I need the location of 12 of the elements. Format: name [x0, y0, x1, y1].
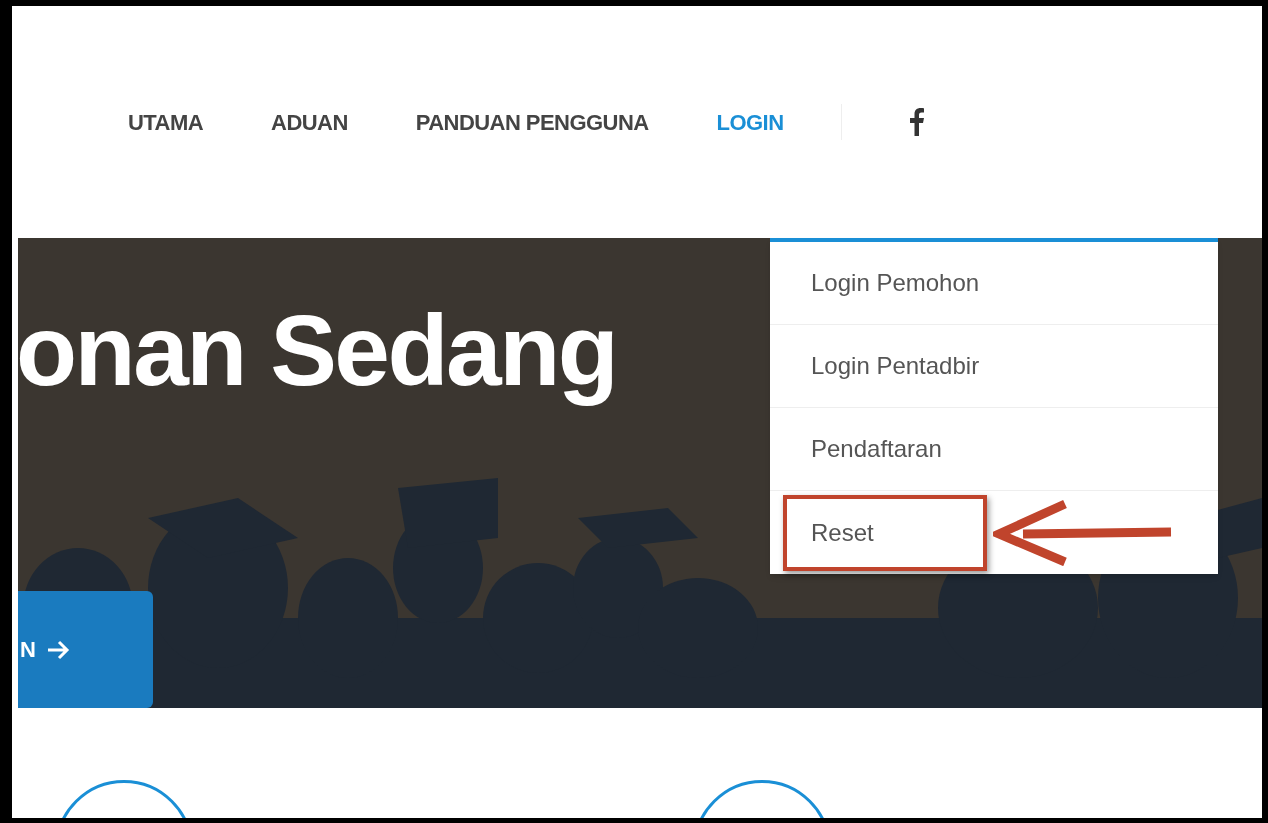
hero-button[interactable]: N — [18, 591, 153, 708]
hero-title: onan Sedang — [18, 293, 617, 408]
nav-link[interactable]: UTAMA — [128, 105, 204, 139]
nav-link[interactable]: LOGIN — [716, 105, 784, 139]
menu-item[interactable]: Pendaftaran — [783, 411, 987, 487]
menu-item[interactable]: Login Pentadbir — [783, 328, 987, 404]
nav-link[interactable]: ADUAN — [271, 105, 348, 139]
facebook-icon[interactable] — [910, 108, 925, 136]
nav-link[interactable]: PANDUAN PENGGUNA — [415, 105, 649, 139]
menu-item[interactable]: Reset — [783, 494, 987, 571]
arrow-right-icon — [45, 639, 70, 660]
menu-item[interactable]: Login Pemohon — [783, 245, 987, 321]
